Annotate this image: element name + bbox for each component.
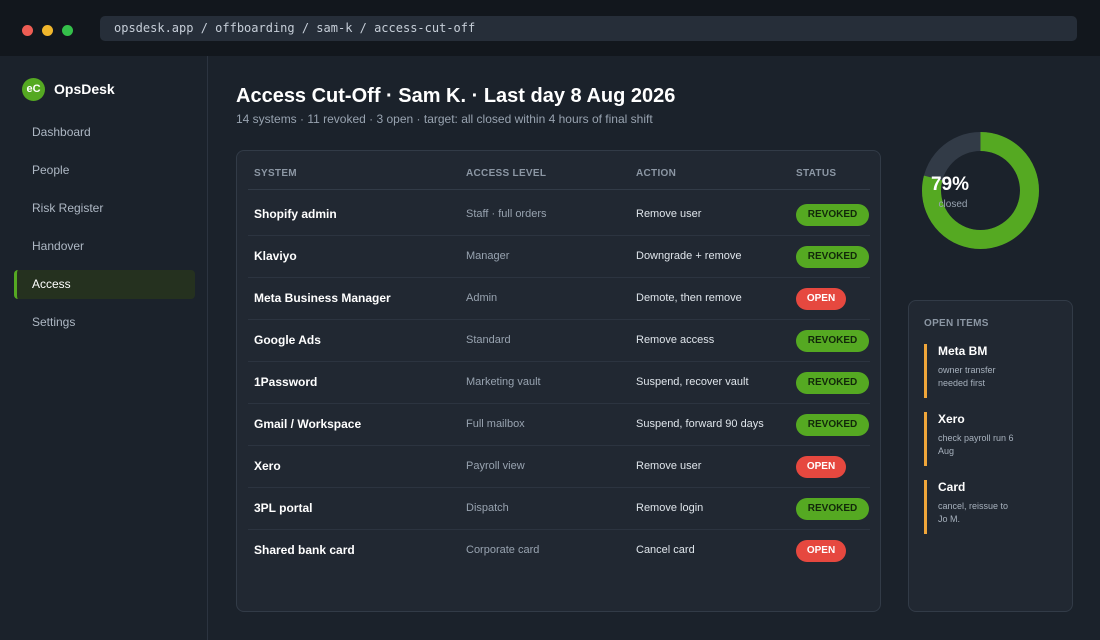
table-row[interactable]: 3PL portal Dispatch Remove login REVOKED — [248, 488, 870, 530]
open-item[interactable]: Card cancel, reissue to Jo M. — [924, 480, 1064, 534]
status-badge[interactable]: REVOKED — [796, 330, 869, 352]
system-name: Xero — [254, 459, 281, 473]
status-badge[interactable]: REVOKED — [796, 498, 869, 520]
table-row[interactable]: Google Ads Standard Remove access REVOKE… — [248, 320, 870, 362]
system-name: Klaviyo — [254, 249, 297, 263]
column-header-system: SYSTEM — [254, 168, 297, 179]
system-name: 1Password — [254, 375, 318, 389]
action-text: Suspend, forward 90 days — [636, 418, 764, 430]
access-level: Marketing vault — [466, 376, 541, 388]
access-level: Manager — [466, 250, 510, 262]
system-name: 3PL portal — [254, 501, 313, 515]
action-text: Remove access — [636, 334, 715, 346]
open-item[interactable]: Meta BM owner transfer needed first — [924, 344, 1064, 398]
status-badge[interactable]: REVOKED — [796, 246, 869, 268]
open-item-title: Xero — [938, 412, 965, 426]
system-name: Shared bank card — [254, 543, 355, 557]
sidebar-item-risk-register[interactable]: Risk Register — [14, 194, 195, 223]
action-text: Remove user — [636, 208, 702, 220]
open-item-note: owner transfer needed first — [938, 365, 996, 388]
table-row[interactable]: 1Password Marketing vault Suspend, recov… — [248, 362, 870, 404]
column-header-status: STATUS — [796, 168, 837, 179]
action-text: Cancel card — [636, 544, 695, 556]
browser-toolbar: opsdesk.app / offboarding / sam-k / acce… — [0, 0, 1100, 56]
page-subtitle: 14 systems · 11 revoked · 3 open · targe… — [236, 112, 653, 126]
access-level: Standard — [466, 334, 511, 346]
sidebar-item-handover[interactable]: Handover — [14, 232, 195, 261]
access-level: Corporate card — [466, 544, 540, 556]
open-item-title: Meta BM — [938, 344, 988, 358]
address-bar[interactable]: opsdesk.app / offboarding / sam-k / acce… — [100, 16, 1077, 41]
system-name: Meta Business Manager — [254, 291, 391, 305]
action-text: Remove login — [636, 502, 704, 514]
status-badge[interactable]: REVOKED — [796, 204, 869, 226]
window-close-button[interactable] — [22, 25, 33, 36]
access-table: SYSTEM ACCESS LEVEL ACTION STATUS Shopif… — [236, 150, 881, 612]
status-badge[interactable]: REVOKED — [796, 372, 869, 394]
window-minimize-button[interactable] — [42, 25, 53, 36]
progress-caption: closed — [938, 199, 968, 210]
action-text: Suspend, recover vault — [636, 376, 749, 388]
system-name: Shopify admin — [254, 207, 337, 221]
column-header-action: ACTION — [636, 168, 677, 179]
table-row[interactable]: Klaviyo Manager Downgrade + remove REVOK… — [248, 236, 870, 278]
page-title: Access Cut-Off · Sam K. · Last day 8 Aug… — [236, 85, 676, 107]
column-header-access-level: ACCESS LEVEL — [466, 168, 547, 179]
status-badge[interactable]: REVOKED — [796, 414, 869, 436]
table-row[interactable]: Gmail / Workspace Full mailbox Suspend, … — [248, 404, 870, 446]
action-text: Remove user — [636, 460, 702, 472]
access-level: Admin — [466, 292, 498, 304]
status-badge[interactable]: OPEN — [796, 288, 846, 310]
access-level: Full mailbox — [466, 418, 525, 430]
access-level: Payroll view — [466, 460, 525, 472]
open-item-note: cancel, reissue to Jo M. — [938, 501, 1009, 524]
sidebar-item-access[interactable]: Access — [14, 270, 195, 299]
table-row[interactable]: Shared bank card Corporate card Cancel c… — [248, 530, 870, 572]
brand-logo-icon: eC — [22, 78, 45, 101]
status-badge[interactable]: OPEN — [796, 540, 846, 562]
progress-percent: 79% — [930, 174, 970, 195]
table-row[interactable]: Shopify admin Staff · full orders Remove… — [248, 194, 870, 236]
action-text: Demote, then remove — [636, 292, 742, 304]
open-item-note: check payroll run 6 Aug — [938, 433, 1014, 456]
open-items-panel: OPEN ITEMS Meta BM owner transfer needed… — [908, 300, 1073, 612]
sidebar-item-people[interactable]: People — [14, 156, 195, 185]
status-badge[interactable]: OPEN — [796, 456, 846, 478]
open-item-title: Card — [938, 480, 966, 494]
table-row[interactable]: Xero Payroll view Remove user OPEN — [248, 446, 870, 488]
system-name: Google Ads — [254, 333, 321, 347]
window-maximize-button[interactable] — [62, 25, 73, 36]
header-divider — [248, 189, 870, 190]
sidebar-item-settings[interactable]: Settings — [14, 308, 195, 337]
open-item[interactable]: Xero check payroll run 6 Aug — [924, 412, 1064, 466]
sidebar: eC OpsDesk Dashboard People Risk Registe… — [0, 56, 208, 640]
access-level: Dispatch — [466, 502, 509, 514]
access-level: Staff · full orders — [466, 208, 547, 220]
action-text: Downgrade + remove — [636, 250, 742, 262]
table-row[interactable]: Meta Business Manager Admin Demote, then… — [248, 278, 870, 320]
sidebar-item-dashboard[interactable]: Dashboard — [14, 118, 195, 147]
open-items-heading: OPEN ITEMS — [924, 318, 989, 329]
brand-name: OpsDesk — [54, 81, 115, 97]
system-name: Gmail / Workspace — [254, 417, 362, 431]
